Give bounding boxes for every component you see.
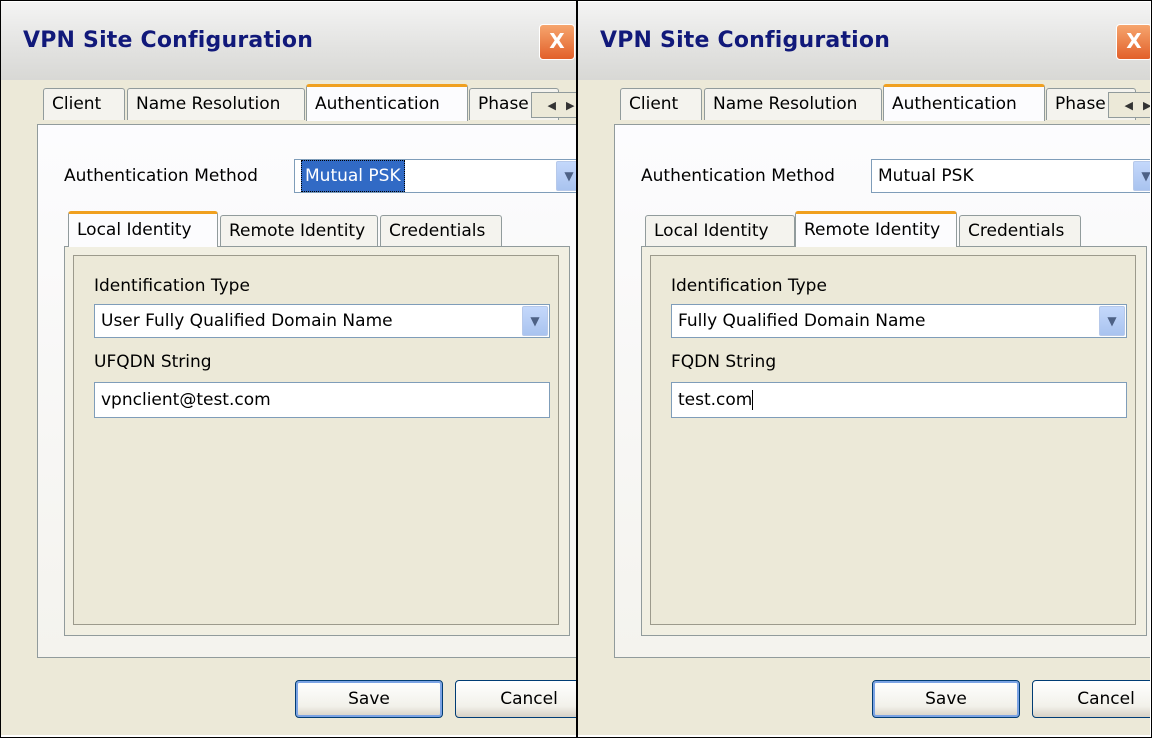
id-type-value: User Fully Qualified Domain Name (101, 311, 393, 331)
window-title: VPN Site Configuration (23, 28, 314, 53)
local-identity-panel: Identification Type User Fully Qualified… (64, 246, 570, 636)
text-caret (752, 390, 754, 410)
close-icon[interactable]: X (1116, 24, 1150, 60)
subtab-remote-identity[interactable]: Remote Identity (220, 215, 378, 247)
cancel-label: Cancel (1077, 689, 1135, 709)
tab-name-resolution[interactable]: Name Resolution (127, 88, 305, 120)
subtab-label: Local Identity (77, 220, 192, 240)
tab-label: Name Resolution (713, 94, 858, 114)
subtab-remote-identity[interactable]: Remote Identity (795, 211, 957, 247)
auth-method-label: Authentication Method (641, 166, 835, 186)
auth-method-label: Authentication Method (64, 166, 258, 186)
save-label: Save (348, 689, 390, 709)
auth-method-value: Mutual PSK (301, 160, 405, 192)
chevron-down-icon[interactable]: ▼ (1133, 161, 1150, 191)
chevron-right-icon[interactable]: ▶ (1143, 99, 1150, 112)
close-icon[interactable]: X (539, 24, 575, 60)
id-type-value: Fully Qualified Domain Name (678, 311, 926, 331)
auth-method-select[interactable]: Mutual PSK ▼ (871, 159, 1150, 193)
window-title: VPN Site Configuration (600, 28, 891, 53)
tab-authentication[interactable]: Authentication (883, 84, 1045, 121)
save-button[interactable]: Save (295, 680, 443, 718)
authentication-tab-panel: Authentication Method Mutual PSK ▼ Local… (614, 124, 1150, 658)
title-bar[interactable]: VPN Site Configuration X (578, 2, 1150, 80)
window-client-area: Client Name Resolution Authentication Ph… (1, 80, 576, 735)
tab-label: Name Resolution (136, 94, 281, 114)
chevron-down-icon[interactable]: ▼ (522, 306, 548, 336)
tab-name-resolution[interactable]: Name Resolution (704, 88, 882, 120)
auth-method-value: Mutual PSK (878, 166, 974, 186)
chevron-left-icon[interactable]: ◀ (1125, 99, 1133, 112)
vpn-site-config-window-right: VPN Site Configuration X Client Name Res… (578, 2, 1150, 735)
chevron-right-icon[interactable]: ▶ (566, 99, 574, 112)
subtab-credentials[interactable]: Credentials (380, 215, 502, 247)
id-type-label: Identification Type (671, 276, 827, 296)
id-type-select[interactable]: Fully Qualified Domain Name ▼ (671, 304, 1127, 338)
chevron-down-icon[interactable]: ▼ (556, 161, 576, 191)
subtab-label: Local Identity (654, 221, 769, 241)
subtab-local-identity[interactable]: Local Identity (68, 211, 218, 247)
tab-label: Client (629, 94, 679, 114)
subtab-label: Credentials (968, 221, 1065, 241)
tab-scroll-arrows[interactable]: ◀ ▶ (1108, 92, 1150, 118)
subtab-label: Remote Identity (229, 221, 366, 241)
tab-label: Client (52, 94, 102, 114)
title-bar[interactable]: VPN Site Configuration X (1, 2, 576, 80)
ufqdn-string-input[interactable]: vpnclient@test.com (94, 382, 550, 418)
cancel-button[interactable]: Cancel (455, 680, 576, 718)
fqdn-string-input[interactable]: test.com (671, 382, 1127, 418)
ufqdn-string-label: UFQDN String (94, 352, 212, 372)
subtab-label: Remote Identity (804, 220, 941, 240)
ufqdn-string-value: vpnclient@test.com (101, 390, 271, 410)
subtab-credentials[interactable]: Credentials (959, 215, 1081, 247)
tab-label: Phase (1055, 94, 1106, 114)
identity-group-box: Identification Type User Fully Qualified… (73, 255, 559, 625)
tab-authentication[interactable]: Authentication (306, 84, 468, 121)
vpn-site-config-window-left: VPN Site Configuration X Client Name Res… (1, 2, 576, 735)
tab-label: Phase (478, 94, 529, 114)
chevron-down-icon[interactable]: ▼ (1099, 306, 1125, 336)
tab-label: Authentication (892, 94, 1017, 114)
left-pane: VPN Site Configuration X Client Name Res… (1, 2, 576, 735)
fqdn-string-label: FQDN String (671, 352, 777, 372)
cancel-button[interactable]: Cancel (1032, 680, 1150, 718)
subtab-label: Credentials (389, 221, 486, 241)
remote-identity-panel: Identification Type Fully Qualified Doma… (641, 246, 1147, 636)
cancel-label: Cancel (500, 689, 558, 709)
window-client-area: Client Name Resolution Authentication Ph… (578, 80, 1150, 735)
right-pane: VPN Site Configuration X Client Name Res… (578, 2, 1150, 735)
tab-client[interactable]: Client (43, 88, 125, 120)
tab-client[interactable]: Client (620, 88, 702, 120)
auth-method-select[interactable]: Mutual PSK ▼ (294, 159, 576, 193)
fqdn-string-value: test.com (678, 390, 753, 410)
fqdn-string-text: test.com (678, 383, 754, 417)
subtab-local-identity[interactable]: Local Identity (645, 215, 795, 247)
id-type-label: Identification Type (94, 276, 250, 296)
save-label: Save (925, 689, 967, 709)
authentication-tab-panel: Authentication Method Mutual PSK ▼ Local… (37, 124, 576, 658)
id-type-select[interactable]: User Fully Qualified Domain Name ▼ (94, 304, 550, 338)
chevron-left-icon[interactable]: ◀ (548, 99, 556, 112)
save-button[interactable]: Save (872, 680, 1020, 718)
tab-scroll-arrows[interactable]: ◀ ▶ (531, 92, 576, 118)
identity-group-box: Identification Type Fully Qualified Doma… (650, 255, 1136, 625)
tab-label: Authentication (315, 94, 440, 114)
